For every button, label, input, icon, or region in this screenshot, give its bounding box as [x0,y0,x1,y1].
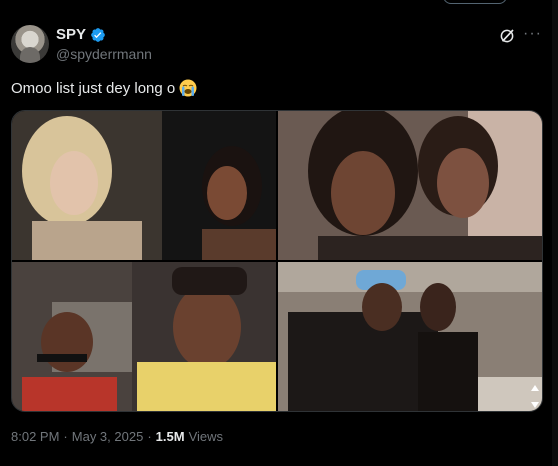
meta-separator: · [63,429,68,444]
tweet-time[interactable]: 8:02 PM [11,429,59,444]
views-label: Views [188,429,224,444]
tweet-meta: 8:02 PM · May 3, 2025 · 1.5M Views [11,429,223,444]
author-name-row: SPY [56,26,106,43]
tweet-text: Omoo list just dey long o [11,79,197,97]
media-photo-1[interactable] [12,111,276,260]
views-count: 1.5M [155,429,185,444]
media-grid[interactable] [11,110,543,412]
scroll-up-icon[interactable] [530,383,540,393]
handle[interactable]: @spyderrmann [56,46,152,62]
grok-icon[interactable] [498,27,516,45]
media-photo-4[interactable] [278,262,542,411]
loudly-crying-face-emoji [179,79,197,97]
meta-separator-2: · [147,429,152,444]
verified-badge-icon [91,27,105,42]
tweet-text-content: Omoo list just dey long o [11,79,176,97]
scrollbar[interactable] [552,0,558,466]
more-options-icon[interactable]: ··· [523,26,542,42]
media-photo-3[interactable] [12,262,276,411]
scroll-down-icon[interactable] [530,400,540,410]
display-name[interactable]: SPY [56,26,86,43]
follow-pill[interactable] [443,0,507,4]
media-photo-2[interactable] [278,111,542,260]
tweet-date[interactable]: May 3, 2025 [72,429,144,444]
avatar[interactable] [11,25,49,63]
